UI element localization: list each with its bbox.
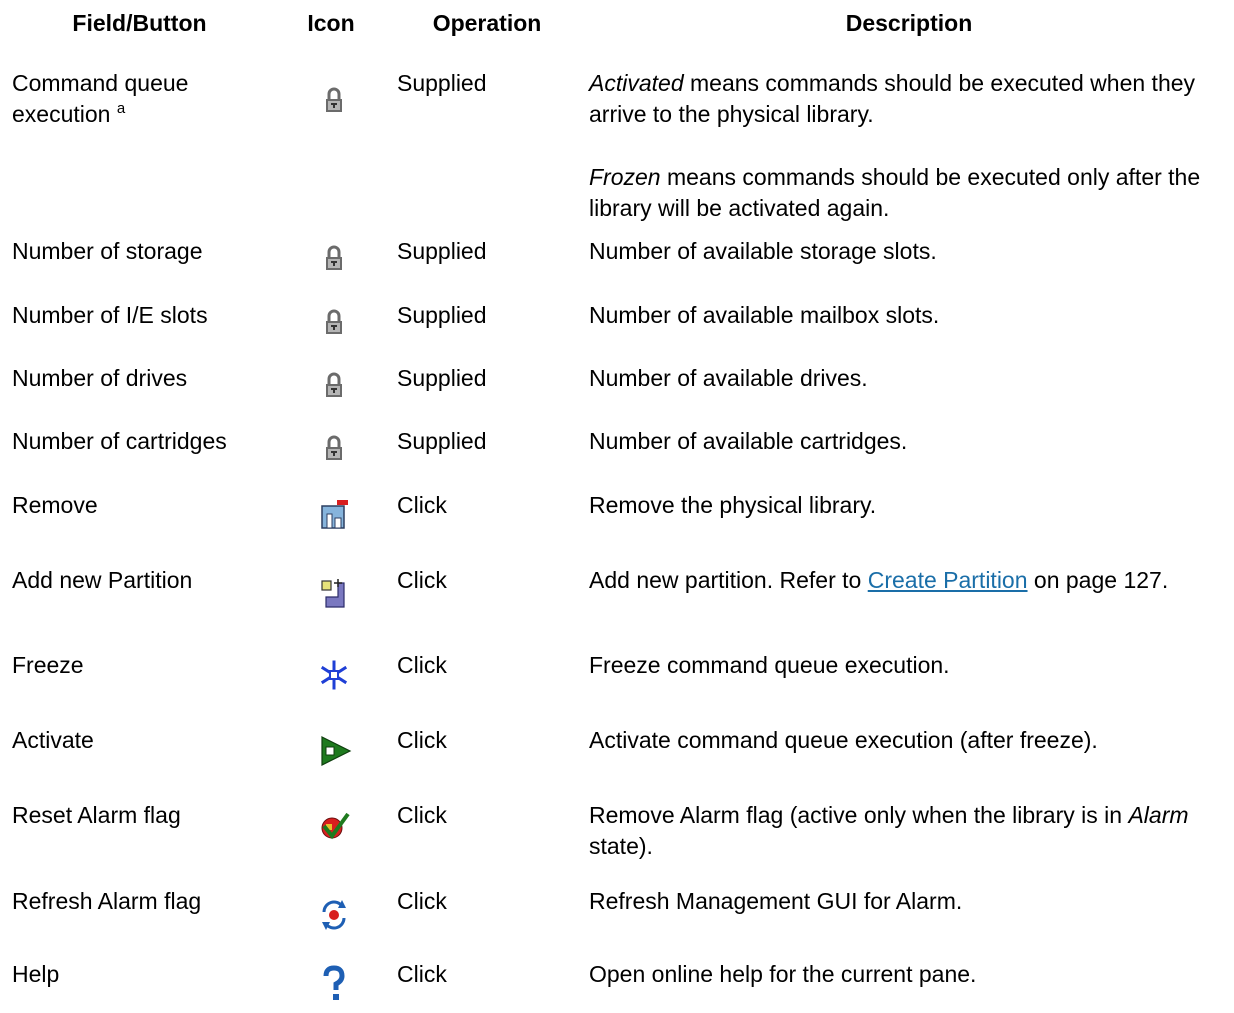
operation-value: Supplied bbox=[397, 428, 487, 454]
description: Number of available storage slots. bbox=[589, 238, 937, 264]
operation-value: Click bbox=[397, 802, 447, 828]
header-field-button: Field/Button bbox=[72, 10, 207, 36]
create-partition-link[interactable]: Create Partition bbox=[868, 567, 1028, 593]
description: Refresh Management GUI for Alarm. bbox=[589, 888, 963, 914]
field-name: Add new Partition bbox=[12, 567, 193, 593]
description: Activated means commands should be execu… bbox=[589, 68, 1229, 224]
operation-value: Supplied bbox=[397, 302, 487, 328]
snowflake-icon bbox=[312, 655, 356, 695]
description: Remove the physical library. bbox=[589, 492, 877, 518]
field-name: Number of cartridges bbox=[12, 428, 227, 454]
table-row: Command queue execution a Supplied Activ… bbox=[0, 68, 1234, 228]
description: Number of available cartridges. bbox=[589, 428, 908, 454]
description: Open online help for the current pane. bbox=[589, 961, 977, 987]
header-icon: Icon bbox=[307, 10, 355, 36]
field-name: Number of I/E slots bbox=[12, 302, 208, 328]
table-row: Number of drives Supplied Number of avai… bbox=[0, 363, 1234, 407]
lock-icon bbox=[312, 304, 356, 344]
field-name: Command queue execution a bbox=[12, 70, 189, 127]
add-partition-icon bbox=[312, 573, 356, 613]
table-row: Reset Alarm flag Click Remove Alarm flag… bbox=[0, 800, 1234, 870]
table-row: Number of I/E slots Supplied Number of a… bbox=[0, 300, 1234, 344]
table-header: Field/Button Icon Operation Description bbox=[0, 0, 1234, 44]
description: Remove Alarm flag (active only when the … bbox=[589, 802, 1189, 859]
reset-alarm-icon bbox=[312, 806, 356, 846]
field-name: Number of storage bbox=[12, 238, 203, 264]
activate-arrow-icon bbox=[312, 731, 356, 771]
field-name: Freeze bbox=[12, 652, 84, 678]
field-name: Activate bbox=[12, 727, 94, 753]
header-operation: Operation bbox=[432, 10, 542, 36]
remove-library-icon bbox=[312, 494, 356, 534]
refresh-alarm-icon bbox=[312, 894, 356, 934]
field-name: Reset Alarm flag bbox=[12, 802, 181, 828]
field-name: Remove bbox=[12, 492, 98, 518]
field-name: Number of drives bbox=[12, 365, 188, 391]
table-row: Refresh Alarm flag Click Refresh Managem… bbox=[0, 886, 1234, 936]
lock-icon bbox=[312, 430, 356, 470]
table-row: Help Click Open online help for the curr… bbox=[0, 959, 1234, 1009]
footnote-marker: a bbox=[116, 100, 126, 117]
description: Add new partition. Refer to Create Parti… bbox=[589, 567, 1169, 593]
field-name: Refresh Alarm flag bbox=[12, 888, 202, 914]
operation-value: Click bbox=[397, 888, 447, 914]
help-icon bbox=[312, 964, 356, 1004]
operation-value: Click bbox=[397, 652, 447, 678]
table-row: Number of cartridges Supplied Number of … bbox=[0, 426, 1234, 470]
header-description: Description bbox=[845, 10, 973, 36]
operation-value: Supplied bbox=[397, 365, 487, 391]
operation-value: Click bbox=[397, 961, 447, 987]
lock-icon bbox=[312, 367, 356, 407]
operation-value: Click bbox=[397, 567, 447, 593]
description: Freeze command queue execution. bbox=[589, 652, 950, 678]
field-name: Help bbox=[12, 961, 60, 987]
description-paragraph: Frozen means commands should be executed… bbox=[589, 164, 1201, 221]
operation-value: Supplied bbox=[397, 238, 487, 264]
table-row: Freeze Click Freeze command queue execut… bbox=[0, 650, 1234, 700]
lock-icon bbox=[312, 82, 356, 122]
table-row: Remove Click Remove the physical library… bbox=[0, 490, 1234, 540]
description: Activate command queue execution (after … bbox=[589, 727, 1098, 753]
description: Number of available mailbox slots. bbox=[589, 302, 940, 328]
table-row: Number of storage Supplied Number of ava… bbox=[0, 236, 1234, 280]
description: Number of available drives. bbox=[589, 365, 868, 391]
description-paragraph: Activated means commands should be execu… bbox=[589, 70, 1196, 127]
lock-icon bbox=[312, 240, 356, 280]
operation-value: Click bbox=[397, 727, 447, 753]
table-row: Activate Click Activate command queue ex… bbox=[0, 725, 1234, 775]
operation-value: Click bbox=[397, 492, 447, 518]
operation-value: Supplied bbox=[397, 70, 487, 96]
document-page: Field/Button Icon Operation Description … bbox=[0, 0, 1234, 1013]
table-row: Add new Partition Click Add new partitio… bbox=[0, 565, 1234, 635]
